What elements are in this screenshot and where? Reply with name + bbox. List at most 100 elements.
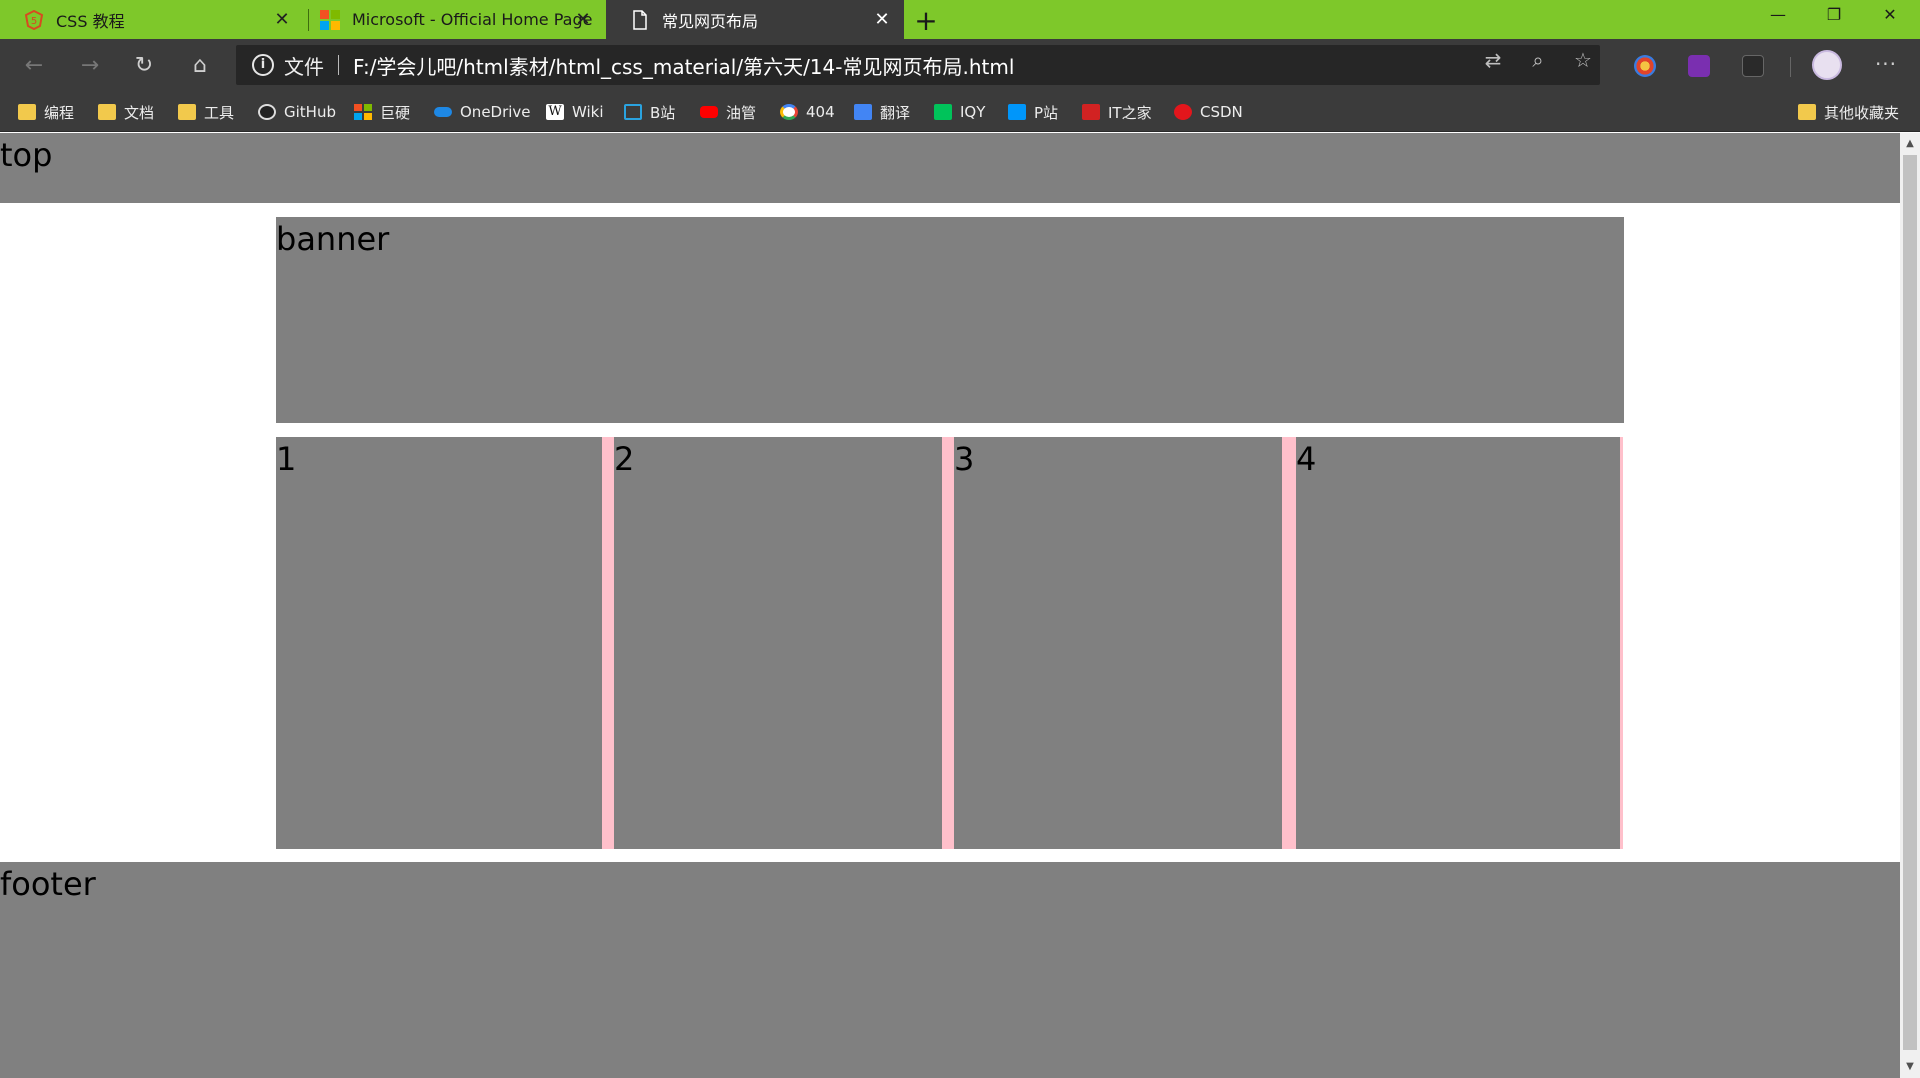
bookmark-item[interactable]: 404 (780, 92, 835, 132)
extension-x-icon[interactable] (1742, 55, 1764, 77)
column-gap (1282, 437, 1296, 849)
p-site-icon (1008, 104, 1026, 120)
bookmark-item[interactable]: 油管 (700, 92, 756, 132)
bookmark-label: 其他收藏夹 (1824, 103, 1900, 122)
banner-section: banner (276, 217, 1624, 423)
bookmark-item[interactable]: P站 (1008, 92, 1058, 132)
close-tab-icon[interactable]: ✕ (272, 9, 292, 30)
address-scheme-label: 文件 (284, 54, 324, 79)
bookmark-label: P站 (1034, 103, 1059, 122)
bookmark-label: OneDrive (460, 103, 531, 121)
footer-section: footer (0, 862, 1900, 1078)
folder-icon (178, 104, 196, 120)
microsoft-logo-icon (320, 9, 340, 30)
bookmark-item[interactable]: 翻译 (854, 92, 910, 132)
column-gap (1620, 437, 1623, 849)
bookmark-item[interactable]: 巨硬 (354, 92, 410, 132)
folder-icon (98, 104, 116, 120)
page-icon (630, 9, 650, 30)
wikipedia-icon: W (546, 104, 564, 120)
vertical-scrollbar[interactable]: ▲ ▼ (1900, 133, 1920, 1078)
page-viewport: top banner 1 2 3 4 footer (0, 133, 1900, 1078)
toolbar-divider (1790, 57, 1791, 77)
tab-title: CSS 教程 (56, 11, 125, 31)
scroll-thumb[interactable] (1903, 155, 1917, 1050)
tab-title: Microsoft - Official Home Page (352, 10, 593, 29)
close-tab-icon[interactable]: ✕ (573, 9, 593, 30)
tab-microsoft[interactable]: Microsoft - Official Home Page ✕ (310, 0, 605, 39)
new-tab-button[interactable]: + (914, 4, 938, 37)
favorite-star-icon[interactable]: ☆ (1570, 47, 1596, 73)
info-icon[interactable]: i (252, 54, 274, 76)
translate-icon[interactable]: ⇄ (1480, 47, 1506, 73)
refresh-button[interactable]: ↻ (128, 50, 160, 82)
iqiyi-icon (934, 104, 952, 120)
tab-css-tutorial[interactable]: 5 CSS 教程 ✕ (0, 0, 304, 39)
other-bookmarks-folder[interactable]: 其他收藏夹 (1798, 92, 1899, 132)
bookmark-label: B站 (650, 103, 676, 122)
address-bar[interactable]: i 文件 F:/学会儿吧/html素材/html_css_material/第六… (236, 45, 1600, 85)
scroll-up-icon[interactable]: ▲ (1900, 135, 1920, 153)
bookmark-item[interactable]: 编程 (18, 92, 74, 132)
scroll-down-icon[interactable]: ▼ (1900, 1058, 1920, 1076)
top-section: top (0, 133, 1900, 203)
bilibili-icon (624, 104, 642, 120)
onenote-icon[interactable] (1688, 55, 1710, 77)
bookmark-label: 翻译 (880, 103, 911, 122)
bookmarks-bar: 编程 文档 工具 GitHub 巨硬 OneDrive W Wiki B站 油管… (0, 92, 1920, 132)
restore-button[interactable]: ❐ (1806, 0, 1862, 30)
column-box-2: 2 (614, 437, 942, 849)
bookmark-item[interactable]: B站 (624, 92, 675, 132)
column-box-1: 1 (276, 437, 602, 849)
minimize-button[interactable]: — (1750, 0, 1806, 30)
csdn-icon (1174, 104, 1192, 120)
bookmark-item[interactable]: GitHub (258, 92, 336, 132)
ithome-icon (1082, 104, 1100, 120)
toolbar: ← → ↻ ⌂ i 文件 F:/学会儿吧/html素材/html_css_mat… (0, 39, 1920, 92)
bookmark-label: IT之家 (1108, 103, 1152, 122)
zoom-out-icon[interactable]: ⌕ (1525, 47, 1551, 73)
column-gap (942, 437, 954, 849)
bookmark-label: 巨硬 (380, 103, 411, 122)
close-window-button[interactable]: ✕ (1862, 0, 1918, 30)
avatar[interactable] (1812, 50, 1842, 80)
github-icon (258, 104, 276, 120)
forward-button[interactable]: → (74, 50, 106, 82)
bookmark-label: IQY (960, 103, 986, 121)
bookmark-label: 404 (806, 103, 835, 121)
address-url[interactable]: F:/学会儿吧/html素材/html_css_material/第六天/14-… (353, 51, 1014, 80)
folder-icon (18, 104, 36, 120)
bookmark-label: 文档 (124, 103, 155, 122)
css-tutorial-icon: 5 (24, 9, 44, 30)
column-gap (602, 437, 614, 849)
bookmark-label: CSDN (1200, 103, 1243, 121)
onedrive-icon (434, 107, 452, 117)
column-box-3: 3 (954, 437, 1282, 849)
bookmark-item[interactable]: IQY (934, 92, 985, 132)
column-box-4: 4 (1296, 437, 1620, 849)
svg-text:5: 5 (31, 16, 37, 27)
bookmark-item[interactable]: CSDN (1174, 92, 1243, 132)
close-tab-icon[interactable]: ✕ (872, 9, 892, 30)
home-button[interactable]: ⌂ (184, 50, 216, 82)
bookmark-label: Wiki (572, 103, 604, 121)
back-button[interactable]: ← (18, 50, 50, 82)
youtube-icon (700, 106, 718, 118)
microsoft-logo-icon (354, 104, 372, 120)
address-divider (338, 55, 339, 75)
bookmark-item[interactable]: IT之家 (1082, 92, 1152, 132)
bookmark-item[interactable]: 工具 (178, 92, 234, 132)
bookmark-label: 油管 (726, 103, 757, 122)
tab-layout-page[interactable]: 常见网页布局 ✕ (606, 0, 904, 39)
bookmark-label: 编程 (44, 103, 75, 122)
bookmark-label: GitHub (284, 103, 336, 121)
folder-icon (1798, 104, 1816, 120)
more-menu-icon[interactable]: ··· (1870, 50, 1902, 82)
tab-divider (308, 9, 309, 31)
bookmark-item[interactable]: OneDrive (434, 92, 531, 132)
bookmark-item[interactable]: W Wiki (546, 92, 604, 132)
google-icon (780, 104, 798, 120)
bookmark-item[interactable]: 文档 (98, 92, 154, 132)
extension-icon[interactable] (1634, 55, 1656, 77)
bookmark-label: 工具 (204, 103, 235, 122)
